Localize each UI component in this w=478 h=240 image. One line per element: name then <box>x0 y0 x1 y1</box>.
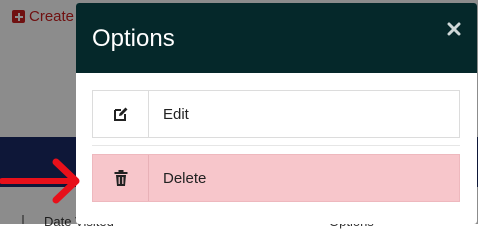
options-modal: Options Edit Delete <box>76 3 477 224</box>
close-button[interactable] <box>447 22 461 36</box>
close-icon <box>447 22 461 36</box>
edit-option-label: Edit <box>163 105 189 123</box>
edit-icon-cell <box>93 91 149 137</box>
annotation-arrow-icon <box>0 158 80 204</box>
modal-title: Options <box>92 25 175 52</box>
modal-header: Options <box>76 3 477 73</box>
trash-icon <box>114 170 127 186</box>
options-divider <box>92 145 460 146</box>
edit-icon <box>113 107 127 121</box>
delete-icon-cell <box>93 155 149 201</box>
delete-option-button[interactable]: Delete <box>92 154 460 202</box>
edit-option-button[interactable]: Edit <box>92 90 460 138</box>
delete-option-label: Delete <box>163 169 207 187</box>
